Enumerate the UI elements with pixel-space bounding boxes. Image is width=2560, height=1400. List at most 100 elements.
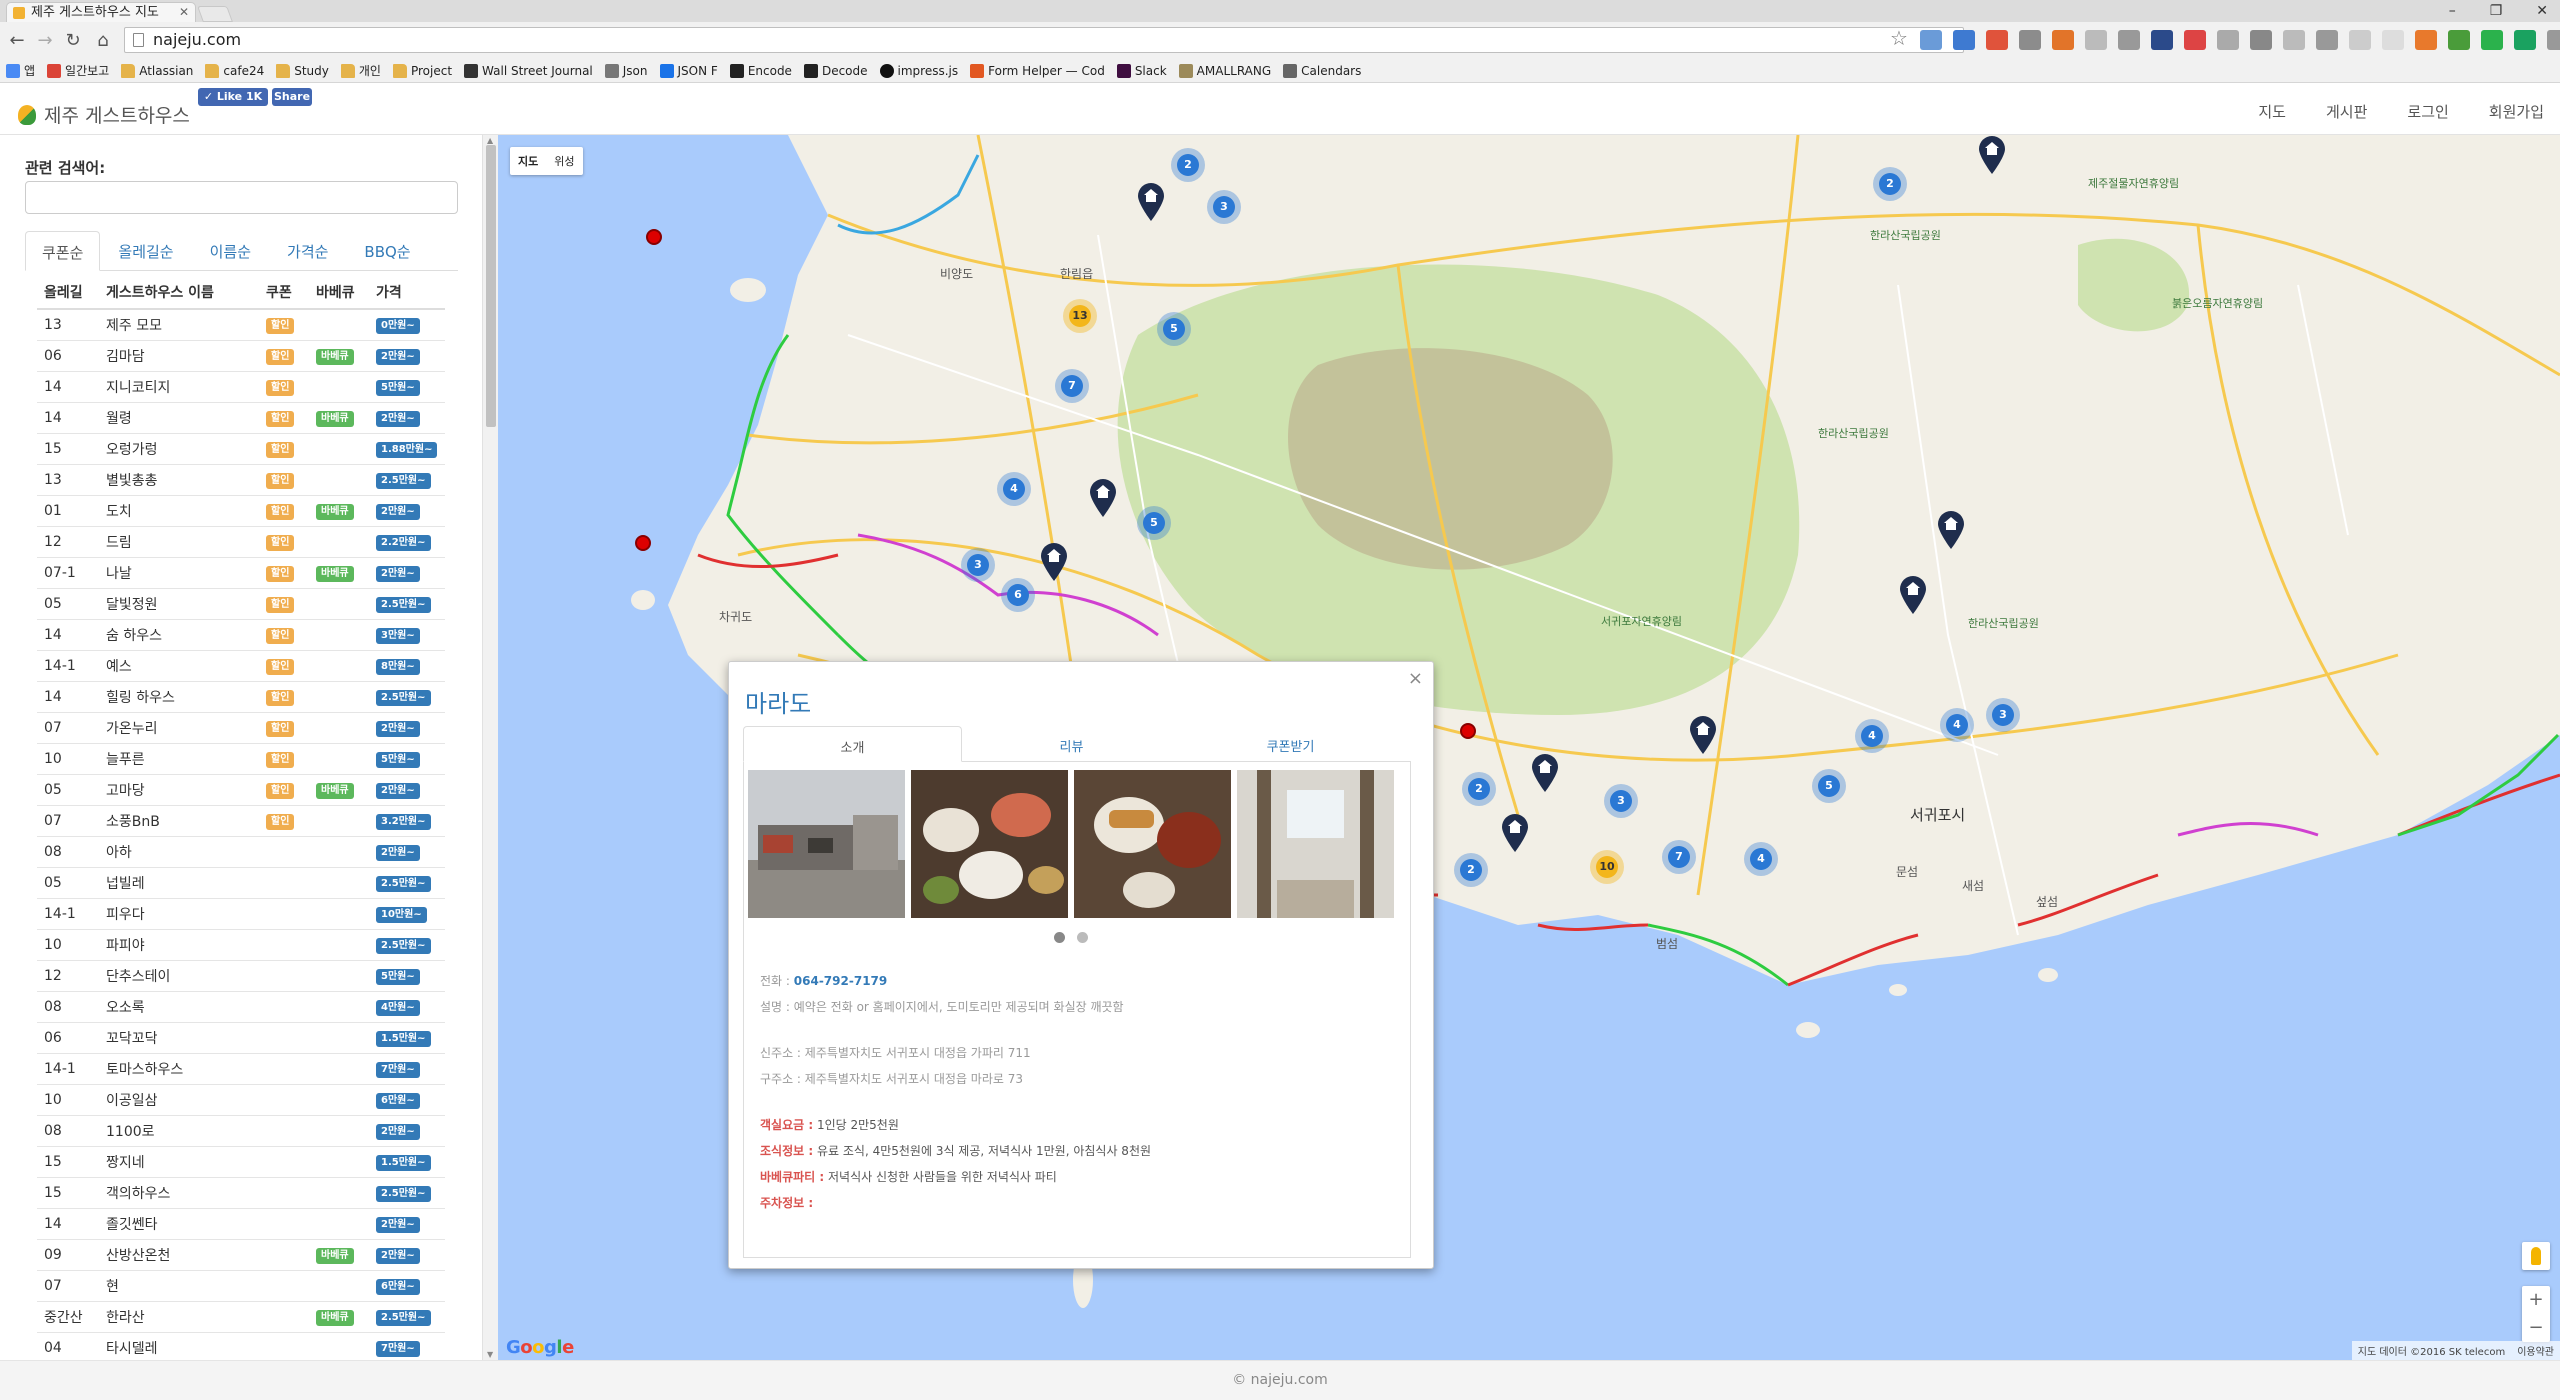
table-row[interactable]: 10 파피야 2.5만원~ [37, 928, 445, 960]
tab-review[interactable]: 리뷰 [962, 726, 1181, 761]
bookmark-item[interactable]: Wall Street Journal [464, 63, 593, 78]
bookmark-item[interactable]: 개인 [340, 62, 381, 79]
bookmark-item[interactable]: Study [276, 63, 329, 78]
bookmark-item[interactable]: AMALLRANG [1178, 63, 1271, 78]
map-cluster[interactable]: 7 [1668, 846, 1690, 868]
street-view-pegman-icon[interactable] [2522, 1242, 2550, 1270]
table-row[interactable]: 04 타시델레 7만원~ [37, 1331, 445, 1360]
map-cluster[interactable]: 10 [1596, 856, 1618, 878]
extension-icon[interactable] [2481, 30, 2503, 50]
map-cluster[interactable]: 5 [1163, 318, 1185, 340]
map-cluster[interactable]: 3 [1992, 704, 2014, 726]
house-pin-icon[interactable] [1039, 542, 1069, 582]
nav-board[interactable]: 게시판 [2326, 101, 2367, 122]
url-input[interactable]: najeju.com [124, 27, 1964, 53]
map-cluster[interactable]: 4 [1003, 478, 1025, 500]
red-marker[interactable] [646, 229, 662, 245]
map-cluster[interactable]: 4 [1750, 848, 1772, 870]
map-type-satellite[interactable]: 위성 [546, 147, 582, 175]
photo-room[interactable] [1237, 770, 1394, 918]
table-row[interactable]: 05 달빛정원 할인 2.5만원~ [37, 587, 445, 619]
map-cluster[interactable]: 5 [1818, 775, 1840, 797]
map-cluster[interactable]: 2 [1460, 859, 1482, 881]
bookmark-item[interactable]: Encode [729, 63, 792, 78]
table-row[interactable]: 13 별빛총총 할인 2.5만원~ [37, 463, 445, 495]
minimize-icon[interactable]: – [2449, 0, 2456, 22]
reload-icon[interactable]: ↻ [62, 30, 84, 51]
table-row[interactable]: 중간산 한라산 바베큐 2.5만원~ [37, 1300, 445, 1332]
table-row[interactable]: 13 제주 모모 할인 0만원~ [37, 308, 445, 340]
tab-price-sort[interactable]: 가격순 [269, 231, 346, 271]
map-cluster[interactable]: 3 [1213, 196, 1235, 218]
tab-name-sort[interactable]: 이름순 [192, 231, 269, 271]
table-row[interactable]: 06 꼬닥꼬닥 1.5만원~ [37, 1021, 445, 1053]
extension-icon[interactable] [1953, 30, 1975, 50]
map-type-roadmap[interactable]: 지도 [510, 147, 546, 175]
gallery-dot[interactable] [1054, 932, 1065, 943]
photo-food[interactable] [911, 770, 1068, 918]
terms-link[interactable]: 이용약관 [2517, 1343, 2554, 1358]
tab-coupon-sort[interactable]: 쿠폰순 [25, 231, 101, 271]
tab-intro[interactable]: 소개 [743, 726, 962, 762]
house-pin-icon[interactable] [1898, 575, 1928, 615]
house-pin-icon[interactable] [1977, 135, 2007, 175]
map-cluster[interactable]: 4 [1946, 714, 1968, 736]
bookmark-item[interactable]: Json [604, 63, 648, 78]
table-row[interactable]: 07 현 6만원~ [37, 1269, 445, 1301]
close-window-icon[interactable]: ✕ [2536, 0, 2548, 22]
extension-icon[interactable] [2514, 30, 2536, 50]
map-cluster[interactable]: 7 [1061, 375, 1083, 397]
back-arrow-icon[interactable]: ← [6, 30, 28, 51]
map-cluster[interactable]: 4 [1861, 725, 1883, 747]
bookmark-item[interactable]: JSON F [659, 63, 718, 78]
house-pin-icon[interactable] [1530, 753, 1560, 793]
bookmark-item[interactable]: Slack [1116, 63, 1167, 78]
table-row[interactable]: 14 졸깃쎈타 2만원~ [37, 1207, 445, 1239]
scroll-up-icon[interactable]: ▲ [487, 136, 493, 145]
extension-icon[interactable] [1920, 30, 1942, 50]
facebook-share-button[interactable]: Share [272, 88, 312, 106]
restore-icon[interactable]: ❐ [2490, 0, 2503, 22]
site-logo[interactable]: 제주 게스트하우스 [18, 101, 190, 128]
bookmark-item[interactable]: Calendars [1283, 63, 1361, 78]
extension-icon[interactable] [2217, 30, 2239, 50]
house-pin-icon[interactable] [1500, 813, 1530, 853]
bookmark-item[interactable]: Project [392, 63, 452, 78]
table-row[interactable]: 14-1 토마스하우스 7만원~ [37, 1052, 445, 1084]
table-row[interactable]: 08 오소록 4만원~ [37, 990, 445, 1022]
extension-icon[interactable] [2052, 30, 2074, 50]
house-pin-icon[interactable] [1936, 510, 1966, 550]
red-marker[interactable] [635, 535, 651, 551]
map-cluster[interactable]: 2 [1879, 173, 1901, 195]
tab-coupon[interactable]: 쿠폰받기 [1181, 726, 1400, 761]
bookmark-item[interactable]: Decode [803, 63, 868, 78]
table-row[interactable]: 12 단추스테이 5만원~ [37, 959, 445, 991]
tab-bbq-sort[interactable]: BBQ순 [346, 231, 428, 271]
table-row[interactable]: 14 힐링 하우스 할인 2.5만원~ [37, 680, 445, 712]
map-cluster[interactable]: 5 [1143, 512, 1165, 534]
scrollbar-thumb[interactable] [486, 145, 496, 427]
tel-link[interactable]: 064-792-7179 [794, 974, 887, 988]
house-pin-icon[interactable] [1088, 478, 1118, 518]
table-row[interactable]: 08 1100로 2만원~ [37, 1114, 445, 1146]
facebook-like-button[interactable]: ✓ Like 1K [198, 88, 268, 106]
map-cluster[interactable]: 3 [1610, 790, 1632, 812]
extension-icon[interactable] [2448, 30, 2470, 50]
house-pin-icon[interactable] [1136, 182, 1166, 222]
nav-login[interactable]: 로그인 [2407, 101, 2448, 122]
table-row[interactable]: 05 고마당 할인 바베큐 2만원~ [37, 773, 445, 805]
extension-icon[interactable] [2382, 30, 2404, 50]
home-icon[interactable]: ⌂ [92, 30, 114, 51]
table-row[interactable]: 15 오렁가렁 할인 1.88만원~ [37, 432, 445, 464]
table-row[interactable]: 08 아하 2만원~ [37, 835, 445, 867]
bookmark-item[interactable]: 앱 [6, 62, 35, 79]
table-row[interactable]: 14-1 예스 할인 8만원~ [37, 649, 445, 681]
close-tab-icon[interactable]: ✕ [179, 3, 189, 22]
table-row[interactable]: 14 숨 하우스 할인 3만원~ [37, 618, 445, 650]
table-row[interactable]: 07 소풍BnB 할인 3.2만원~ [37, 804, 445, 836]
bookmark-item[interactable]: impress.js [879, 63, 958, 78]
table-row[interactable]: 15 객의하우스 2.5만원~ [37, 1176, 445, 1208]
extension-icon[interactable] [2283, 30, 2305, 50]
table-row[interactable]: 07 가온누리 할인 2만원~ [37, 711, 445, 743]
extension-icon[interactable] [2349, 30, 2371, 50]
